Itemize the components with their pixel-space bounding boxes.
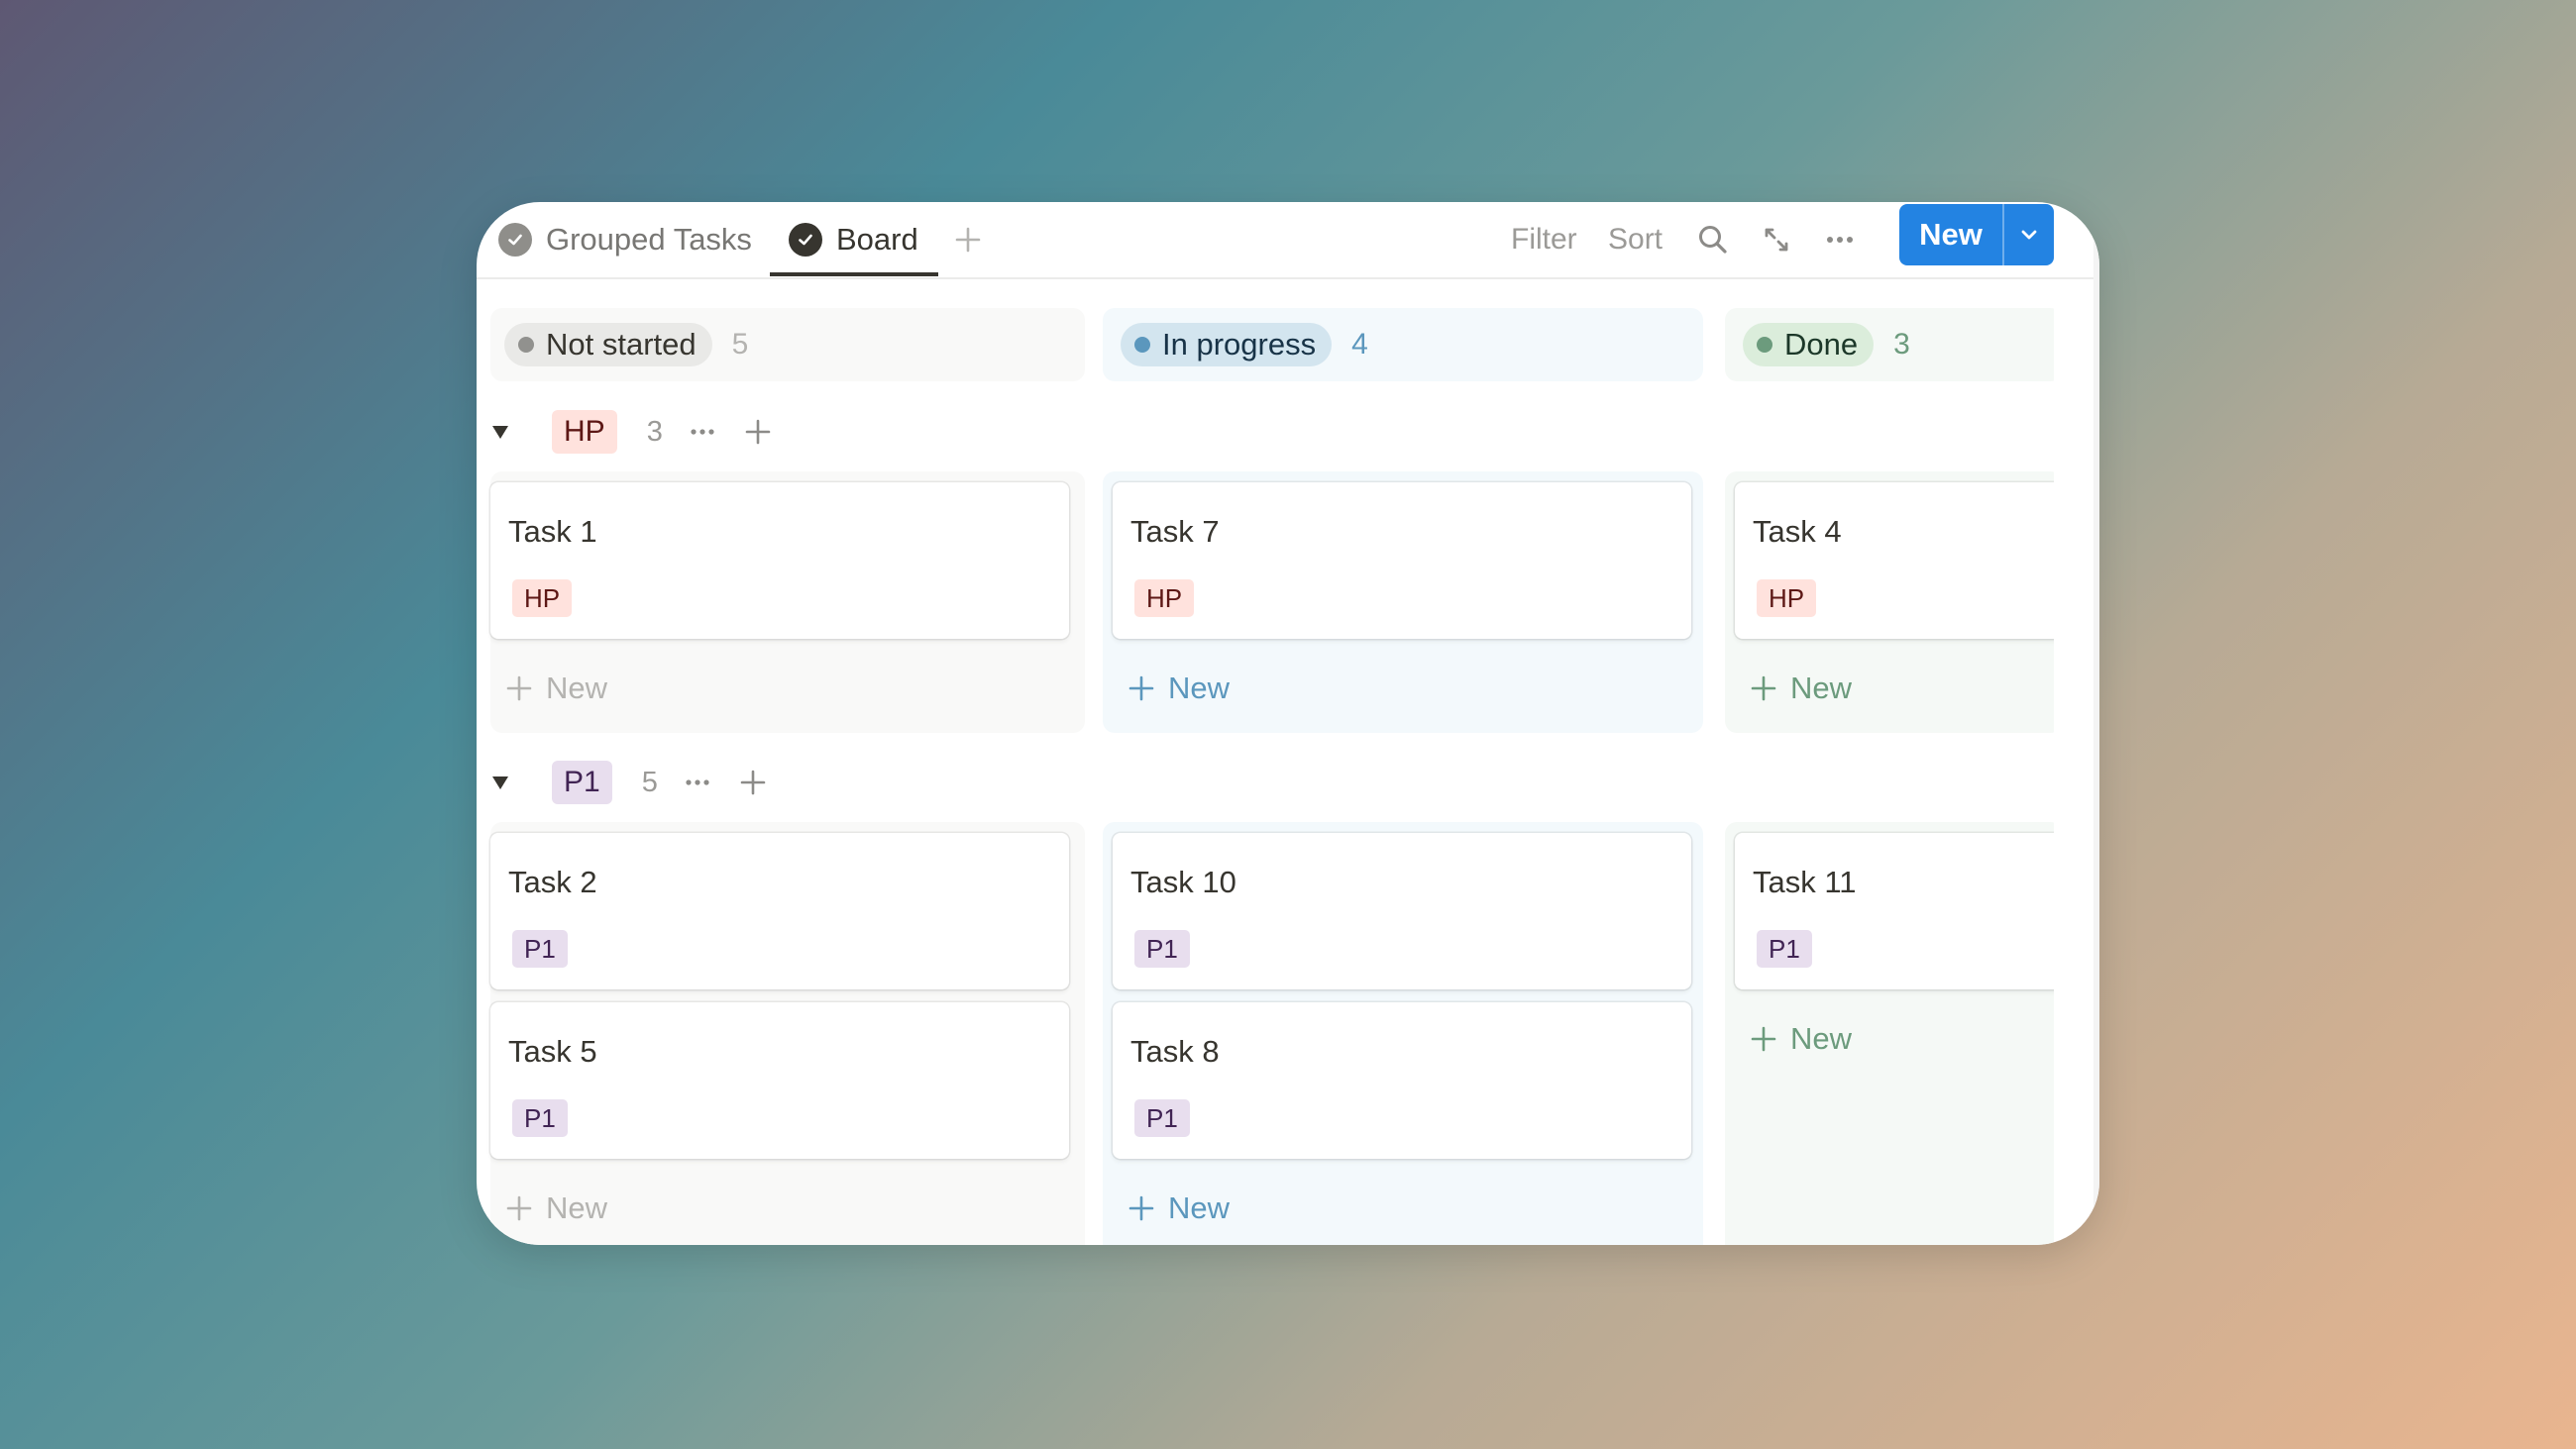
expand-icon	[1765, 228, 1788, 252]
card-title: Task 5	[508, 1034, 597, 1069]
card-title: Task 8	[1130, 1034, 1220, 1069]
task-card[interactable]: Task 8 P1	[1113, 1002, 1691, 1159]
status-badge: In progress	[1121, 323, 1333, 366]
group-tag: HP	[552, 410, 617, 454]
column-count: 4	[1351, 328, 1368, 361]
tab-label: Board	[836, 222, 918, 257]
more-icon	[686, 779, 709, 785]
column-count: 5	[731, 328, 749, 361]
plus-icon	[1751, 675, 1776, 701]
add-card-button[interactable]: New	[1749, 664, 1852, 713]
card-tag: P1	[1757, 930, 1812, 968]
add-card-label: New	[546, 1190, 608, 1225]
plus-icon	[955, 227, 981, 253]
task-card[interactable]: Task 11 P1	[1735, 833, 2054, 989]
plus-icon	[1128, 675, 1154, 701]
tab-board[interactable]: Board	[789, 202, 918, 277]
card-title: Task 4	[1753, 514, 1842, 549]
add-card-button[interactable]: New	[504, 1184, 607, 1233]
add-view-button[interactable]	[942, 214, 994, 265]
tab-grouped-tasks[interactable]: Grouped Tasks	[498, 202, 752, 277]
status-label: In progress	[1162, 327, 1317, 362]
plus-icon	[1751, 1026, 1776, 1052]
sort-button[interactable]: Sort	[1608, 202, 1663, 277]
board-window: Grouped Tasks Board Filter Sort New Not …	[477, 202, 2099, 1245]
status-dot	[1757, 337, 1772, 353]
card-tag: HP	[512, 579, 573, 617]
column-count: 3	[1893, 328, 1910, 361]
add-card-button[interactable]: New	[504, 664, 607, 713]
card-title: Task 2	[508, 865, 597, 899]
status-label: Done	[1784, 327, 1859, 362]
chevron-down-icon	[2021, 230, 2037, 240]
add-card-label: New	[1168, 671, 1231, 705]
add-card-button[interactable]: New	[1127, 664, 1230, 713]
card-title: Task 7	[1130, 514, 1220, 549]
status-badge: Not started	[504, 323, 712, 366]
column-header-not-started: Not started 5	[490, 308, 748, 381]
column-header-done: Done 3	[1729, 308, 1910, 381]
search-button[interactable]	[1687, 214, 1739, 265]
add-card-button[interactable]: New	[1749, 1014, 1852, 1064]
filter-button[interactable]: Filter	[1511, 202, 1577, 277]
card-title: Task 10	[1130, 865, 1236, 899]
task-card[interactable]: Task 2 P1	[490, 833, 1069, 989]
collapse-group-toggle[interactable]	[490, 773, 530, 792]
card-tag: HP	[1134, 579, 1195, 617]
collapse-group-toggle[interactable]	[490, 422, 530, 442]
add-card-label: New	[1790, 671, 1853, 705]
check-icon	[789, 223, 822, 257]
group-options-button[interactable]	[683, 415, 722, 449]
board-view: Not started 5 In progress 4 Done 3 HP 3	[477, 277, 2054, 1245]
group-add-button[interactable]	[733, 768, 773, 797]
new-button-group: New	[1899, 204, 2054, 265]
add-card-label: New	[1168, 1190, 1231, 1225]
task-card[interactable]: Task 1 HP	[490, 482, 1069, 639]
card-tag: P1	[1134, 1099, 1190, 1137]
new-button[interactable]: New	[1899, 217, 2002, 253]
group-tag: P1	[552, 761, 612, 804]
new-options-button[interactable]	[2004, 223, 2054, 247]
card-tag: P1	[1134, 930, 1190, 968]
plus-icon	[506, 675, 532, 701]
card-tag: P1	[512, 1099, 568, 1137]
caret-down-icon	[492, 776, 508, 789]
status-dot	[518, 337, 534, 353]
plus-icon	[506, 1195, 532, 1221]
group-header-p1: P1 5	[490, 757, 773, 808]
group-count: 3	[646, 415, 663, 448]
check-icon	[498, 223, 532, 257]
task-card[interactable]: Task 4 HP	[1735, 482, 2054, 639]
column-header-in-progress: In progress 4	[1107, 308, 1368, 381]
tab-label: Grouped Tasks	[546, 222, 752, 257]
group-count: 5	[641, 766, 658, 798]
card-title: Task 11	[1753, 865, 1857, 899]
card-tag: HP	[1757, 579, 1817, 617]
task-card[interactable]: Task 10 P1	[1113, 833, 1691, 989]
expand-button[interactable]	[1751, 214, 1802, 265]
search-icon	[1699, 226, 1727, 254]
caret-down-icon	[492, 426, 508, 439]
plus-icon	[740, 770, 766, 795]
more-icon	[1827, 237, 1853, 243]
card-tag: P1	[512, 930, 568, 968]
view-toolbar: Grouped Tasks Board Filter Sort New	[477, 202, 2099, 279]
more-icon	[691, 429, 714, 435]
group-options-button[interactable]	[678, 766, 717, 799]
active-tab-indicator	[770, 272, 938, 276]
status-dot	[1134, 337, 1150, 353]
more-options-button[interactable]	[1814, 214, 1866, 265]
task-card[interactable]: Task 5 P1	[490, 1002, 1069, 1159]
card-title: Task 1	[508, 514, 597, 549]
plus-icon	[745, 419, 771, 445]
task-card[interactable]: Task 7 HP	[1113, 482, 1691, 639]
add-card-button[interactable]: New	[1127, 1184, 1230, 1233]
plus-icon	[1128, 1195, 1154, 1221]
status-label: Not started	[546, 327, 697, 362]
status-badge: Done	[1743, 323, 1875, 366]
group-add-button[interactable]	[738, 417, 778, 447]
add-card-label: New	[546, 671, 608, 705]
add-card-label: New	[1790, 1021, 1853, 1056]
group-header-hp: HP 3	[490, 406, 778, 458]
